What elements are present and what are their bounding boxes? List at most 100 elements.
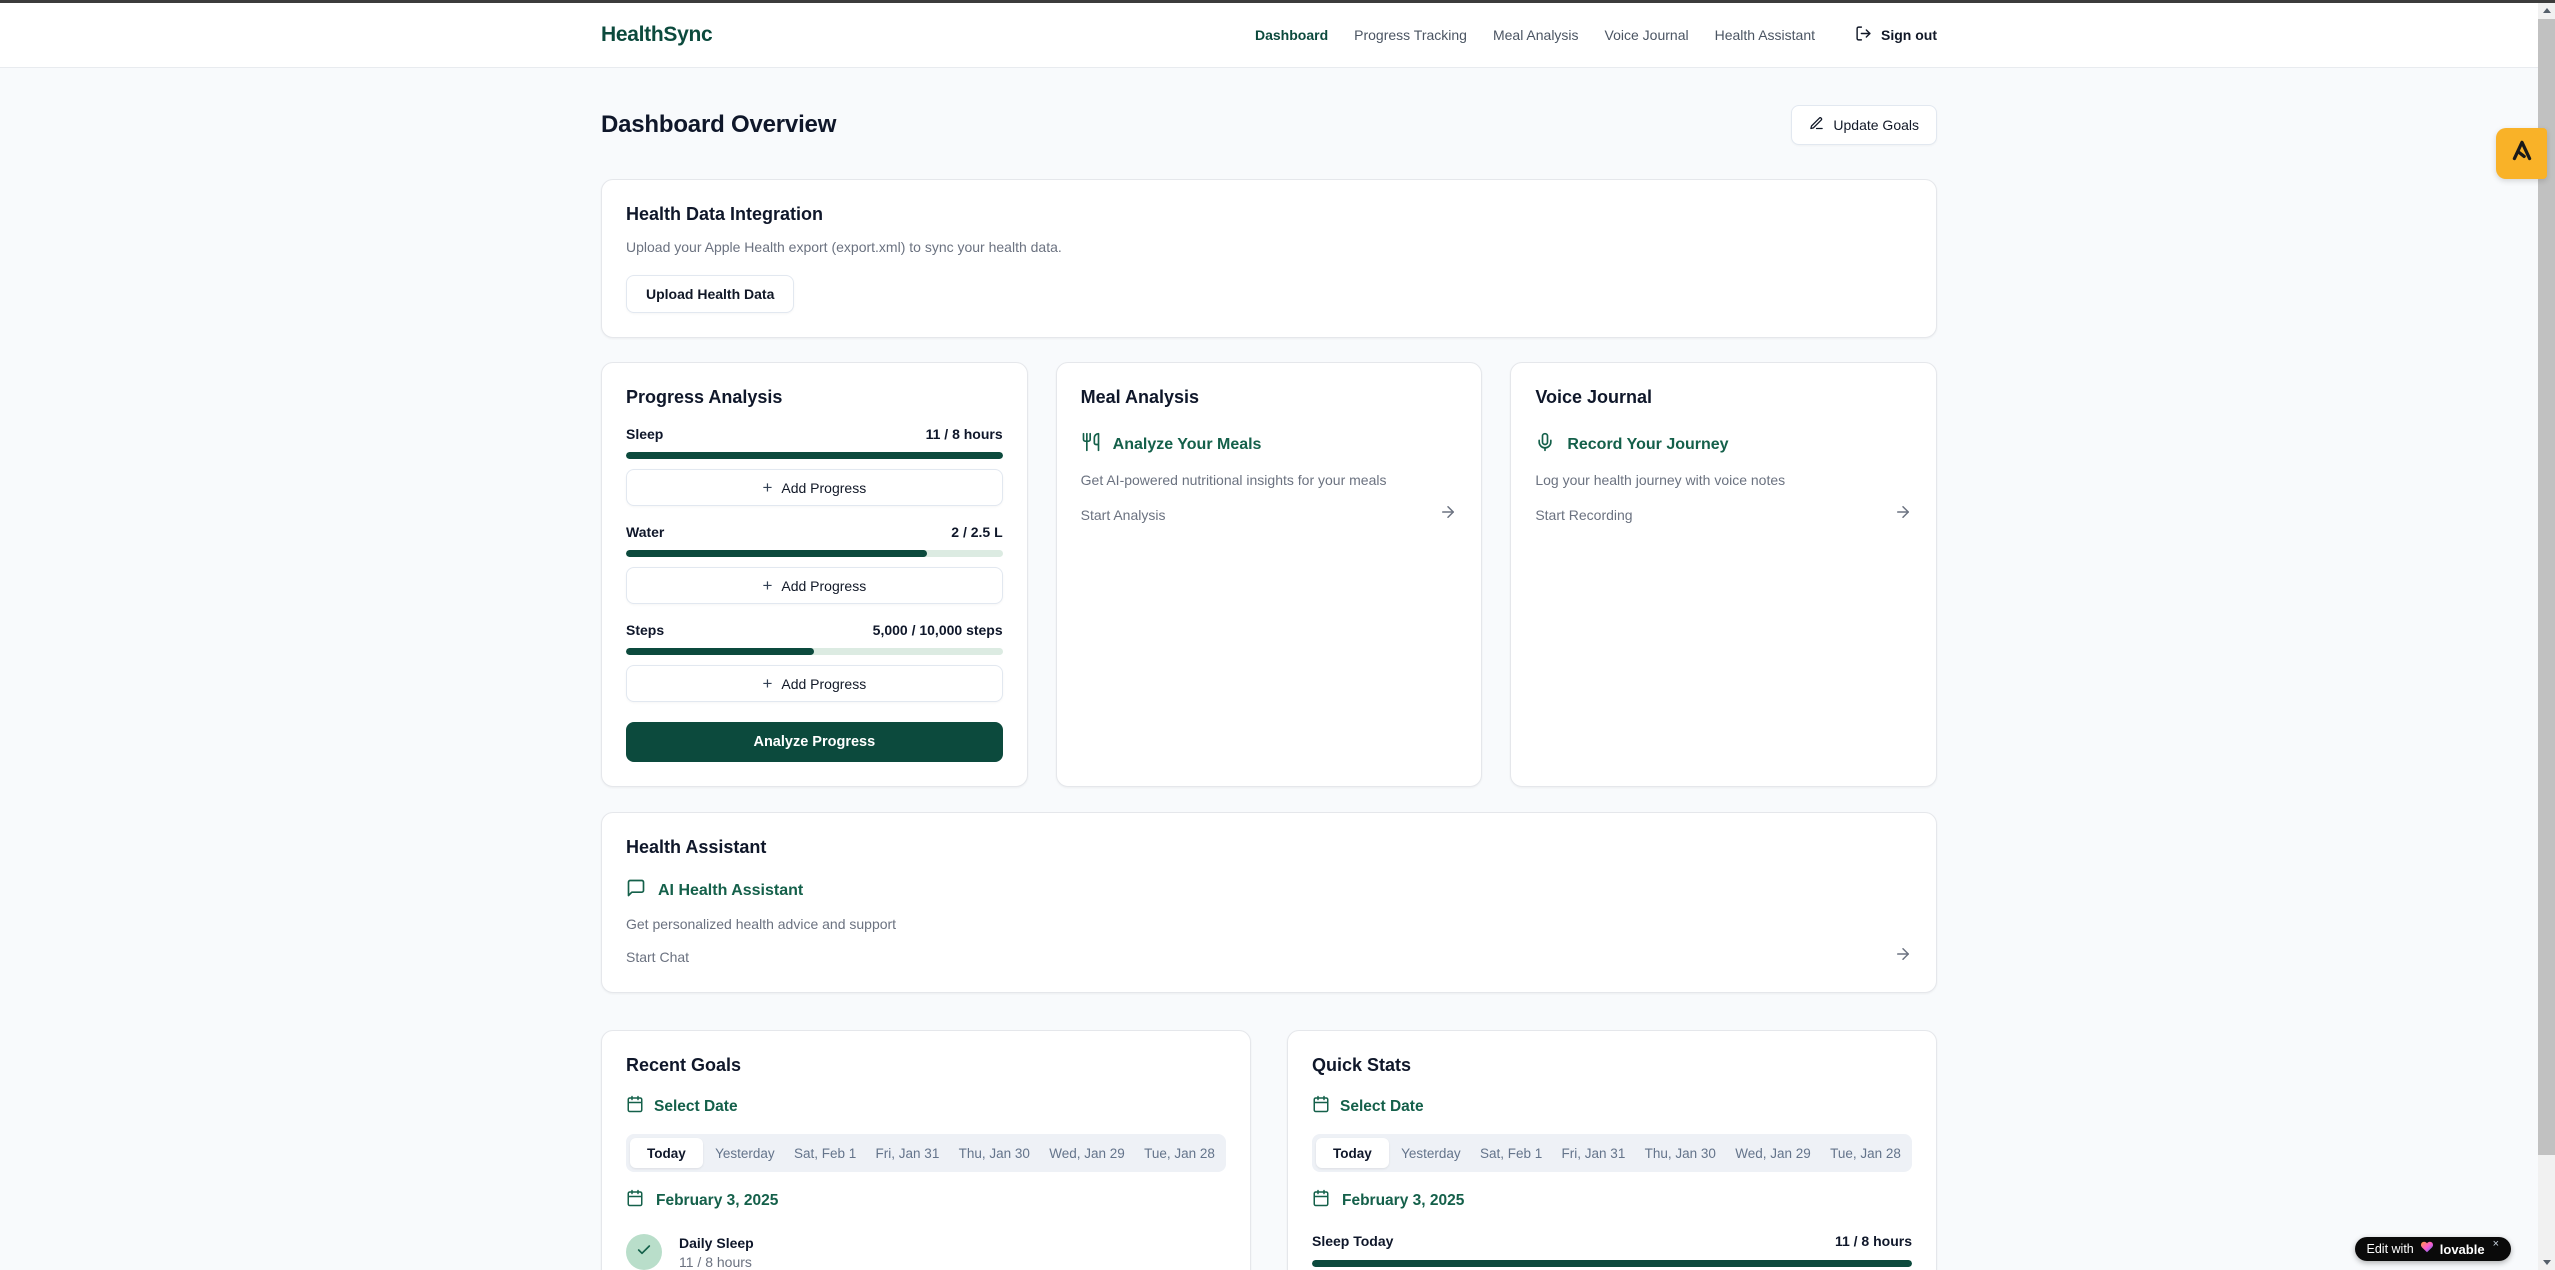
page-title: Dashboard Overview [601,111,836,139]
lovable-logo-icon [2509,138,2535,169]
tab-yesterday[interactable]: Yesterday [708,1146,782,1161]
health-assistant-card: Health Assistant AI Health Assistant Get… [601,812,1937,993]
meal-analysis-card: Meal Analysis Analyze Your Meals Get AI-… [1056,362,1483,787]
add-progress-water-button[interactable]: + Add Progress [626,567,1003,604]
quick-stats-select-date[interactable]: Select Date [1312,1095,1912,1118]
scrollbar-down-arrow[interactable] [2538,1255,2555,1270]
start-analysis-action[interactable]: Start Analysis [1081,503,1458,526]
water-progress-bar [626,550,1003,557]
start-recording-action[interactable]: Start Recording [1535,503,1912,526]
calendar-icon [626,1189,644,1212]
steps-progress-bar [626,648,1003,655]
scrollbar-thumb[interactable] [2538,19,2555,1155]
tab-wed-jan-29[interactable]: Wed, Jan 29 [1728,1146,1818,1161]
selected-date-label: February 3, 2025 [656,1192,778,1210]
update-goals-button[interactable]: Update Goals [1791,105,1937,145]
tab-fri-jan-31[interactable]: Fri, Jan 31 [1555,1146,1633,1161]
message-square-icon [626,878,646,903]
main-nav: Dashboard Progress Tracking Meal Analysi… [1255,25,1937,45]
voice-description: Log your health journey with voice notes [1535,472,1912,488]
pill-brand: lovable [2440,1242,2485,1257]
quick-stats-selected-date: February 3, 2025 [1312,1189,1912,1212]
calendar-icon [1312,1189,1330,1212]
sleep-today-progress-bar [1312,1260,1912,1267]
assistant-card-title: Health Assistant [626,837,1912,858]
nav-health-assistant[interactable]: Health Assistant [1715,27,1815,43]
lovable-dev-badge[interactable] [2496,128,2547,179]
tab-sat-feb-1[interactable]: Sat, Feb 1 [787,1146,863,1161]
tab-tue-jan-28[interactable]: Tue, Jan 28 [1823,1146,1908,1161]
window-top-strip [0,0,2555,3]
plus-icon: + [762,675,772,692]
arrow-right-icon [1439,503,1457,526]
metric-label: Sleep [626,426,663,442]
log-out-icon [1855,25,1872,45]
recent-goals-select-date[interactable]: Select Date [626,1095,1226,1118]
recent-goals-title: Recent Goals [626,1055,1226,1076]
goal-name: Daily Sleep [679,1235,754,1251]
nav-meal-analysis[interactable]: Meal Analysis [1493,27,1579,43]
upload-health-data-button[interactable]: Upload Health Data [626,275,794,313]
metric-label: Water [626,524,664,540]
nav-progress-tracking[interactable]: Progress Tracking [1354,27,1467,43]
quick-stats-card: Quick Stats Select Date Today Yesterday … [1287,1030,1937,1270]
analyze-your-meals-link[interactable]: Analyze Your Meals [1081,432,1458,457]
arrow-right-icon [1894,503,1912,526]
record-your-journey-label: Record Your Journey [1567,436,1728,454]
assistant-description: Get personalized health advice and suppo… [626,916,1912,932]
pill-prefix: Edit with [2367,1242,2414,1256]
tab-thu-jan-30[interactable]: Thu, Jan 30 [1638,1146,1723,1161]
integration-description: Upload your Apple Health export (export.… [626,239,1912,255]
microphone-icon [1535,432,1555,457]
nav-dashboard[interactable]: Dashboard [1255,27,1328,43]
quick-stats-title: Quick Stats [1312,1055,1912,1076]
selected-date-label: February 3, 2025 [1342,1192,1464,1210]
stat-label: Sleep Today [1312,1233,1393,1249]
goal-complete-badge [626,1234,662,1270]
tab-tue-jan-28[interactable]: Tue, Jan 28 [1137,1146,1222,1161]
tab-fri-jan-31[interactable]: Fri, Jan 31 [869,1146,947,1161]
quick-stats-date-tabs: Today Yesterday Sat, Feb 1 Fri, Jan 31 T… [1312,1134,1912,1172]
start-chat-action[interactable]: Start Chat [626,945,1912,968]
start-recording-label: Start Recording [1535,507,1632,523]
ai-health-assistant-link[interactable]: AI Health Assistant [626,878,1912,903]
tab-sat-feb-1[interactable]: Sat, Feb 1 [1473,1146,1549,1161]
tab-wed-jan-29[interactable]: Wed, Jan 29 [1042,1146,1132,1161]
brand-logo[interactable]: HealthSync [601,23,712,47]
sign-out-button[interactable]: Sign out [1855,25,1937,45]
pill-close-icon[interactable]: × [2493,1238,2499,1250]
tab-today[interactable]: Today [1316,1138,1389,1168]
recent-goals-date-tabs: Today Yesterday Sat, Feb 1 Fri, Jan 31 T… [626,1134,1226,1172]
calendar-icon [626,1095,644,1118]
tab-thu-jan-30[interactable]: Thu, Jan 30 [952,1146,1037,1161]
record-your-journey-link[interactable]: Record Your Journey [1535,432,1912,457]
plus-icon: + [762,577,772,594]
plus-icon: + [762,479,772,496]
progress-title: Progress Analysis [626,387,1003,408]
tab-yesterday[interactable]: Yesterday [1394,1146,1468,1161]
calendar-icon [1312,1095,1330,1118]
edit-with-lovable-pill[interactable]: Edit with lovable × [2355,1237,2511,1261]
metric-sleep: Sleep 11 / 8 hours + Add Progress [626,426,1003,506]
recent-goals-selected-date: February 3, 2025 [626,1189,1226,1212]
metric-steps: Steps 5,000 / 10,000 steps + Add Progres… [626,622,1003,702]
goal-item-daily-sleep: Daily Sleep 11 / 8 hours [626,1234,1226,1270]
metric-value: 5,000 / 10,000 steps [873,622,1003,638]
add-progress-sleep-button[interactable]: + Add Progress [626,469,1003,506]
check-icon [636,1242,652,1263]
scrollbar-up-arrow[interactable] [2538,3,2555,18]
ai-health-assistant-label: AI Health Assistant [658,882,803,900]
analyze-progress-button[interactable]: Analyze Progress [626,722,1003,762]
vertical-scrollbar[interactable] [2538,3,2555,1270]
add-progress-steps-button[interactable]: + Add Progress [626,665,1003,702]
nav-voice-journal[interactable]: Voice Journal [1605,27,1689,43]
update-goals-label: Update Goals [1833,117,1919,133]
meal-card-title: Meal Analysis [1081,387,1458,408]
page: HealthSync Dashboard Progress Tracking M… [0,3,2538,1270]
header: HealthSync Dashboard Progress Tracking M… [0,3,2538,68]
tab-today[interactable]: Today [630,1138,703,1168]
metric-value: 11 / 8 hours [926,426,1003,442]
goal-value: 11 / 8 hours [679,1254,754,1270]
recent-goals-card: Recent Goals Select Date Today Yesterday… [601,1030,1251,1270]
progress-analysis-card: Progress Analysis Sleep 11 / 8 hours + A… [601,362,1028,787]
